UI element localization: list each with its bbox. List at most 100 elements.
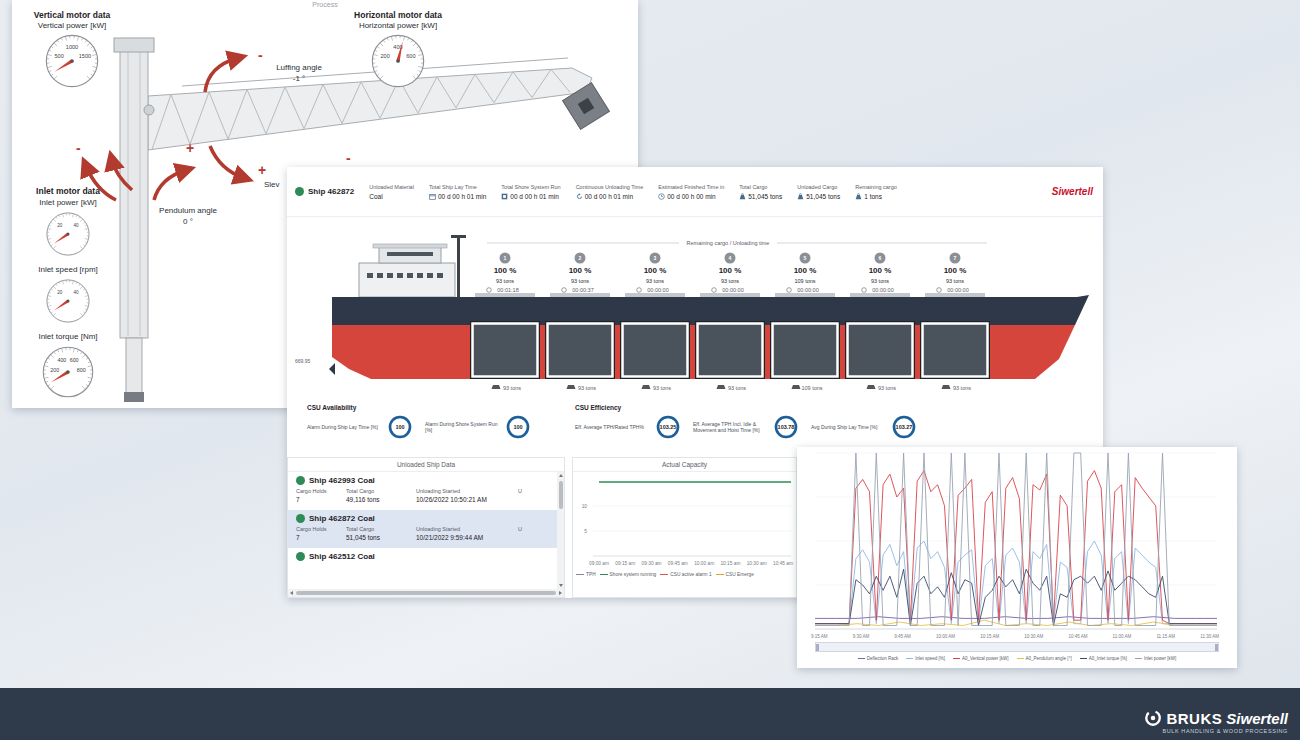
svg-text:800: 800 xyxy=(77,367,86,373)
luffing-angle: Luffing angle-1 ° xyxy=(264,62,334,84)
scroll-right-icon[interactable] xyxy=(559,591,562,595)
draft-value: 669.95 xyxy=(295,358,311,364)
field-value: 7 xyxy=(296,496,340,503)
cargo-hold[interactable]: 3100 %93 tons00:00:0093 tons xyxy=(620,253,690,392)
header-field: Unloaded MaterialCoal xyxy=(369,184,414,200)
column-label: Cargo Holds xyxy=(296,488,340,494)
ship-list: Ship 462993 CoalCargo HoldsTotal CargoUn… xyxy=(288,472,557,589)
hold-percent: 100 % xyxy=(869,266,892,275)
inlet-feeder xyxy=(124,392,144,402)
kpi: Eff. Average TPH Incl. Idle & Movement a… xyxy=(693,414,799,440)
truss-member xyxy=(285,87,304,129)
hold-percent: 100 % xyxy=(569,266,592,275)
x-tick: 11:00 AM xyxy=(1113,634,1132,639)
header-field: Total Cargo51,045 tons xyxy=(739,184,782,200)
hold-bottom-tons: 93 tons xyxy=(728,385,746,391)
pendulum-angle: Pendulum angle0 ° xyxy=(148,205,228,227)
svg-text:500: 500 xyxy=(54,53,63,59)
x-tick: 11:15 AM xyxy=(1156,634,1175,639)
scroll-left-icon[interactable] xyxy=(290,591,293,595)
hold-tons: 109 tons xyxy=(794,278,815,284)
svg-text:40: 40 xyxy=(74,290,80,295)
legend-item[interactable]: A0_Vertical power [kW] xyxy=(953,656,1009,661)
x-tick: 10:30 am xyxy=(747,561,767,566)
kpi-label: Avg During Ship Lay Time [%] xyxy=(811,424,885,431)
hold-box xyxy=(923,324,988,377)
gauge: 200400600800 xyxy=(41,345,95,399)
cargo-hold[interactable]: 7100 %93 tons00:00:0093 tons xyxy=(920,253,990,392)
chart-legend: Deflection Rack Inlet speed [%] A0_Vertica… xyxy=(797,652,1237,661)
hold-number-badge xyxy=(500,253,511,264)
field-value: 10/21/2022 9:59:44 AM xyxy=(416,534,512,541)
ship-list-item[interactable]: Ship 462512 Coal xyxy=(288,548,557,586)
availability-group: CSU AvailabilityAlarm During Ship Lay Ti… xyxy=(307,404,531,448)
hold-tons: 93 tons xyxy=(946,278,964,284)
hold-tons: 93 tons xyxy=(871,278,889,284)
legend-item[interactable]: TPH xyxy=(576,572,596,577)
legend-item[interactable]: A0_Inlet torque [%] xyxy=(1080,656,1127,661)
legend-item[interactable]: CSU Emerge xyxy=(716,572,754,577)
vertical-scrollbar[interactable] xyxy=(557,472,564,589)
timer-icon xyxy=(637,288,642,293)
scroll-thumb[interactable] xyxy=(296,591,556,595)
hold-box xyxy=(773,324,838,377)
scroll-up-icon[interactable] xyxy=(559,474,563,477)
legend-item[interactable]: Inlet speed [%] xyxy=(906,656,945,661)
panel-title: Actual Capacity xyxy=(573,458,796,472)
ship-list-item[interactable]: Ship 462993 CoalCargo HoldsTotal CargoUn… xyxy=(288,472,557,510)
field-value: 00 d 00 h 00 min xyxy=(658,193,724,200)
legend-item[interactable]: CSU active alarm 1 xyxy=(660,572,711,577)
timer-icon xyxy=(487,288,492,293)
svg-text:20: 20 xyxy=(57,223,63,228)
scroll-down-icon[interactable] xyxy=(559,584,563,587)
svg-text:600: 600 xyxy=(406,53,415,59)
gauge-label: Horizontal power [kW] xyxy=(359,21,437,31)
scroll-thumb[interactable] xyxy=(559,481,563,509)
hold-percent: 100 % xyxy=(794,266,817,275)
bridge xyxy=(379,247,441,263)
cargo-hold[interactable]: 6100 %93 tons00:00:0093 tons xyxy=(845,253,915,392)
panel-heading: Horizontal motor data xyxy=(354,10,442,20)
legend-item[interactable]: A0_Pendulum angle [°] xyxy=(1017,656,1072,661)
range-handle[interactable] xyxy=(816,644,819,651)
legend-item[interactable]: Shore system running xyxy=(600,572,657,577)
gauge: 2040 xyxy=(45,211,91,257)
truss-member xyxy=(323,84,342,123)
range-handle[interactable] xyxy=(1215,644,1218,651)
truss-member xyxy=(437,77,456,108)
legend-item[interactable]: Inlet power [kW] xyxy=(1135,656,1176,661)
header-field: Remaining cargo1 tons xyxy=(855,184,897,200)
hold-number-badge xyxy=(875,253,886,264)
truss-member xyxy=(152,94,171,149)
horizontal-scrollbar[interactable] xyxy=(288,589,564,597)
x-tick: 9:30 AM xyxy=(853,634,870,639)
bruks-siwertell-logo: BRUKSSiwertellBULK HANDLING & WOOD PROCE… xyxy=(1144,709,1288,734)
cargo-hold[interactable]: 5100 %109 tons00:00:00109 tons xyxy=(770,253,840,392)
footer: BRUKSSiwertellBULK HANDLING & WOOD PROCE… xyxy=(0,688,1300,740)
hatch-cover xyxy=(625,293,685,297)
x-tick: 10:00 am xyxy=(694,561,714,566)
horizontal-motor-panel: Horizontal motor dataHorizontal power [k… xyxy=(338,10,458,89)
hatch-cover xyxy=(475,293,535,297)
hold-bottom-tons: 109 tons xyxy=(801,385,822,391)
truss-member xyxy=(228,89,247,139)
truss-member xyxy=(266,87,285,134)
gauge: 2040 xyxy=(45,278,91,324)
range-navigator[interactable] xyxy=(815,642,1219,652)
hold-bottom-tons: 93 tons xyxy=(953,385,971,391)
legend-item[interactable]: Deflection Rack xyxy=(858,656,899,661)
hold-frame xyxy=(770,321,840,379)
truss-member xyxy=(209,92,228,139)
trend-window[interactable]: 9:15 AM9:30 AM9:45 AM10:00 AM10:15 AM10:… xyxy=(797,447,1237,668)
gauge-needle xyxy=(54,60,72,72)
cargo-hold[interactable]: 2100 %93 tons00:00:3793 tons xyxy=(545,253,615,392)
hold-number-badge xyxy=(575,253,586,264)
svg-text:3: 3 xyxy=(654,255,657,261)
truss-member xyxy=(494,72,513,103)
cargo-hold[interactable]: 1100 %93 tons00:01:1893 tons xyxy=(470,253,540,392)
cargo-hold[interactable]: 4100 %93 tons00:00:0093 tons xyxy=(695,253,765,392)
svg-text:7: 7 xyxy=(954,255,957,261)
status-dot xyxy=(296,476,305,485)
column-label: Unloading Started xyxy=(416,488,512,494)
ship-list-item[interactable]: Ship 462872 CoalCargo HoldsTotal CargoUn… xyxy=(288,510,557,548)
